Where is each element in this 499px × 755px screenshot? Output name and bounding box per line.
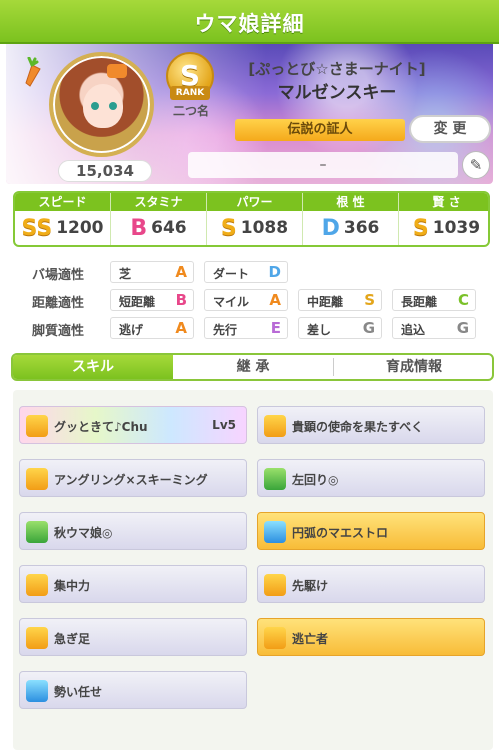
skill-icon [26, 468, 48, 490]
skill-name: 逃亡者 [292, 632, 329, 646]
skill-icon [264, 521, 286, 543]
skill-level: Lv5 [212, 418, 236, 432]
stat-value: 1200 [56, 218, 104, 238]
stat-label: 根 性 [303, 193, 398, 211]
row-label: バ場適性 [32, 268, 85, 283]
stat-grade: D [321, 215, 340, 241]
skill-item[interactable]: グッときて♪Chu Lv5 [19, 406, 247, 444]
skill-item[interactable]: 集中力 [19, 565, 247, 603]
nickname-label[interactable]: 二つ名 [166, 102, 216, 119]
skill-list: グッときて♪Chu Lv5 貴顕の使命を果たすべく アングリング×スキーミング … [13, 390, 493, 750]
skill-name: 集中力 [54, 579, 91, 593]
tab-training-info[interactable]: 育成情報 [334, 355, 492, 379]
skill-item[interactable]: 勢い任せ [19, 671, 247, 709]
skill-item[interactable]: 急ぎ足 [19, 618, 247, 656]
skill-name: 左回り◎ [292, 473, 339, 487]
memo-field[interactable]: – [188, 152, 458, 178]
skill-name: 秋ウマ娘◎ [54, 526, 113, 540]
aptitude-chaser: 追込 G [392, 317, 476, 339]
skill-name: 円弧のマエストロ [292, 526, 389, 540]
pencil-icon: ✎ [469, 156, 483, 174]
skill-icon [264, 627, 286, 649]
skill-icon [26, 680, 48, 702]
stat-grade: S [220, 215, 237, 241]
skill-item[interactable]: 貴顕の使命を果たすべく [257, 406, 485, 444]
stat-power: パワー S 1088 [207, 193, 302, 245]
row-label: 距離適性 [32, 296, 85, 311]
stat-value: 1088 [240, 218, 289, 238]
aptitude-runner: 逃げ A [110, 317, 194, 339]
title-badge: 伝説の証人 [235, 119, 405, 141]
stat-speed: スピード SS 1200 [15, 193, 110, 245]
stat-grade: B [130, 215, 148, 241]
row-label: 脚質適性 [32, 324, 85, 339]
skill-item[interactable]: 秋ウマ娘◎ [19, 512, 247, 550]
evaluation-score: 15,034 [58, 160, 152, 182]
stat-value: 366 [343, 218, 380, 238]
portrait-eye [109, 102, 117, 110]
carrot-icon [25, 57, 41, 87]
edit-button[interactable]: ✎ [462, 151, 490, 179]
skill-icon [26, 521, 48, 543]
costume-epithet: [ぷっとび☆さまーナイト] [248, 60, 426, 78]
stat-stamina: スタミナ B 646 [111, 193, 206, 245]
tab-inheritance[interactable]: 継 承 [173, 355, 333, 379]
stat-value: 1039 [432, 218, 481, 238]
aptitude-mile: マイル A [204, 289, 288, 311]
stat-label: スピード [15, 193, 110, 211]
aptitude-turf: 芝A [110, 261, 194, 283]
header-bar: ウマ娘詳細 [0, 0, 499, 44]
style-aptitude-row: 脚質適性 逃げ A 先行 E 差し G 追込 G [32, 317, 482, 341]
portrait-face [83, 84, 123, 128]
stat-label: 賢 さ [399, 193, 488, 211]
page-title: ウマ娘詳細 [194, 12, 305, 36]
skill-item[interactable]: 先駆け [257, 565, 485, 603]
skill-name: 貴顕の使命を果たすべく [292, 420, 424, 434]
portrait-bow [107, 64, 127, 78]
stat-guts: 根 性 D 366 [303, 193, 398, 245]
skill-icon [264, 415, 286, 437]
skill-name: グッときて♪Chu [54, 420, 148, 434]
skill-icon [26, 627, 48, 649]
skill-name: 勢い任せ [54, 685, 103, 699]
track-aptitude-row: バ場適性 芝A ダート D [32, 261, 482, 285]
aptitude-dirt: ダート D [204, 261, 288, 283]
skill-icon [264, 468, 286, 490]
tab-skills[interactable]: スキル [13, 355, 173, 379]
stat-label: スタミナ [111, 193, 206, 211]
aptitude-medium: 中距離 S [298, 289, 382, 311]
skill-item[interactable]: アングリング×スキーミング [19, 459, 247, 497]
character-portrait[interactable] [49, 52, 154, 157]
skill-name: アングリング×スキーミング [54, 473, 208, 487]
stats-panel: スピード SS 1200 スタミナ B 646 パワー S 1088 根 性 D 366… [13, 191, 490, 247]
skill-item[interactable]: 逃亡者 [257, 618, 485, 656]
skill-icon [264, 574, 286, 596]
stat-grade: SS [21, 215, 53, 241]
skill-icon [26, 574, 48, 596]
stat-value: 646 [151, 218, 187, 238]
skill-item[interactable]: 左回り◎ [257, 459, 485, 497]
change-button[interactable]: 変 更 [409, 115, 491, 143]
aptitude-leader: 先行 E [204, 317, 288, 339]
stat-label: パワー [207, 193, 302, 211]
skill-item[interactable]: 円弧のマエストロ [257, 512, 485, 550]
character-name: マルゼンスキー [277, 83, 397, 103]
distance-aptitude-row: 距離適性 短距離 B マイル A 中距離 S 長距離 C [32, 289, 482, 313]
rank-label: RANK [170, 86, 210, 100]
aptitude-sprint: 短距離 B [110, 289, 194, 311]
stat-grade: S [412, 215, 429, 241]
stat-wisdom: 賢 さ S 1039 [399, 193, 488, 245]
skill-name: 先駆け [292, 579, 329, 593]
detail-tabs: スキル 継 承 育成情報 [11, 353, 494, 381]
skill-icon [26, 415, 48, 437]
portrait-eye [91, 102, 99, 110]
aptitude-long: 長距離 C [392, 289, 476, 311]
aptitude-betweener: 差し G [298, 317, 382, 339]
skill-name: 急ぎ足 [54, 632, 91, 646]
